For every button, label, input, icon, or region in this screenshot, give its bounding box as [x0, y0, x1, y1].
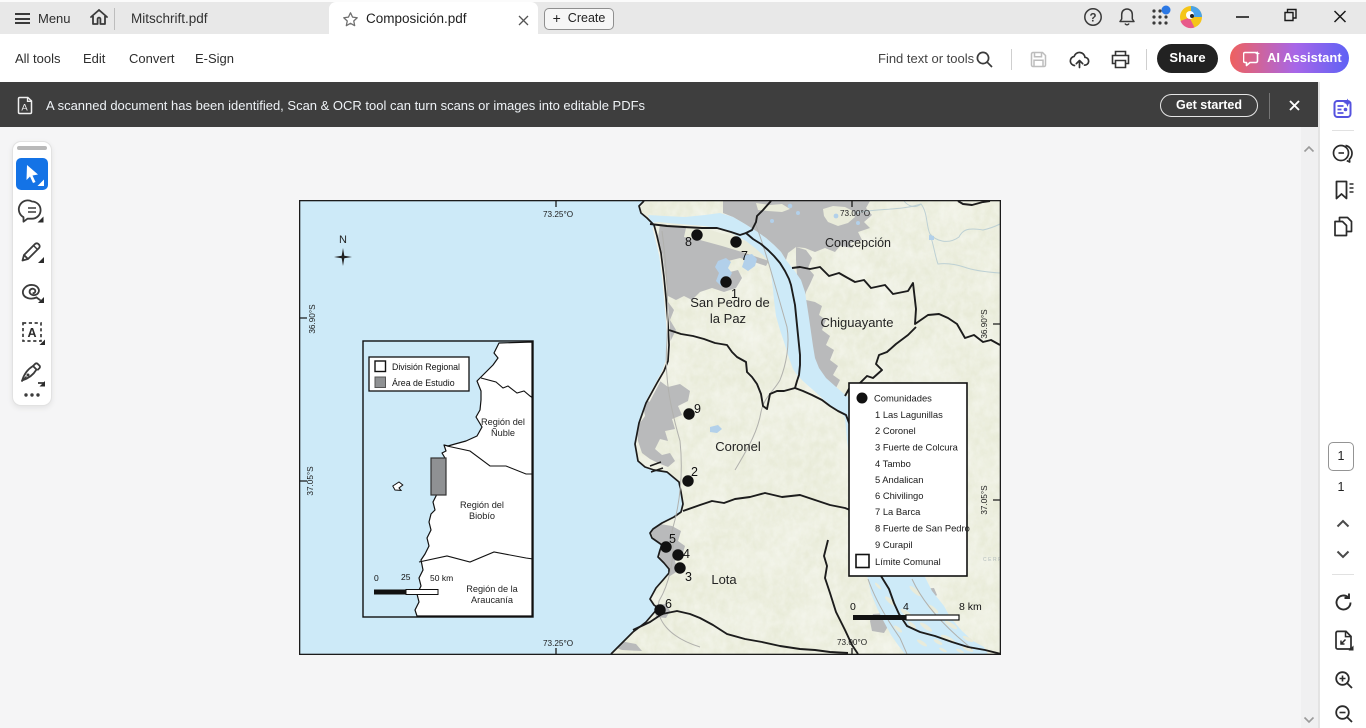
svg-text:7: 7: [741, 249, 748, 263]
svg-text:Límite Comunal: Límite Comunal: [875, 556, 941, 567]
svg-text:8: 8: [685, 235, 692, 249]
svg-text:3: 3: [685, 570, 692, 584]
svg-text:4: 4: [683, 547, 690, 561]
svg-text:Araucanía: Araucanía: [471, 595, 514, 605]
svg-text:Área de Estudio: Área de Estudio: [392, 378, 455, 388]
svg-text:1 Las Lagunillas: 1 Las Lagunillas: [875, 409, 943, 420]
svg-text:73.25°O: 73.25°O: [543, 639, 573, 648]
svg-text:CERRO: CERRO: [983, 557, 1001, 563]
svg-text:4 Tambo: 4 Tambo: [875, 458, 911, 469]
svg-text:9 Curapil: 9 Curapil: [875, 539, 913, 550]
svg-text:División Regional: División Regional: [392, 362, 460, 372]
svg-text:0: 0: [374, 573, 379, 583]
svg-text:50 km: 50 km: [430, 573, 453, 583]
svg-text:6 Chivilingo: 6 Chivilingo: [875, 490, 923, 501]
svg-text:73.00°O: 73.00°O: [840, 209, 870, 218]
svg-text:2: 2: [691, 465, 698, 479]
svg-text:N: N: [339, 234, 347, 246]
svg-text:9: 9: [694, 402, 701, 416]
svg-text:37.05°S: 37.05°S: [306, 466, 315, 496]
svg-text:8 Fuerte de San Pedro: 8 Fuerte de San Pedro: [875, 523, 970, 534]
svg-text:Región del: Región del: [460, 500, 504, 510]
svg-text:3 Fuerte de Colcura: 3 Fuerte de Colcura: [875, 442, 959, 453]
svg-text:37.05°S: 37.05°S: [980, 485, 989, 515]
svg-text:0: 0: [850, 601, 856, 613]
svg-text:Comunidades: Comunidades: [874, 393, 932, 404]
svg-text:Lota: Lota: [711, 572, 737, 587]
svg-text:San Pedro de: San Pedro de: [690, 295, 770, 310]
svg-text:Ñuble: Ñuble: [491, 428, 515, 438]
svg-text:8 km: 8 km: [959, 601, 982, 613]
svg-text:Concepción: Concepción: [825, 236, 891, 250]
svg-text:Chiguayante: Chiguayante: [821, 315, 894, 330]
svg-text:Coronel: Coronel: [715, 439, 761, 454]
svg-text:5 Andalican: 5 Andalican: [875, 474, 923, 485]
svg-text:Región de la: Región de la: [466, 584, 518, 594]
svg-text:4: 4: [903, 601, 909, 613]
svg-text:2 Coronel: 2 Coronel: [875, 425, 916, 436]
svg-text:A: A: [21, 103, 28, 114]
svg-text:36.90°S: 36.90°S: [980, 309, 989, 339]
svg-text:?: ?: [1089, 13, 1096, 25]
svg-text:la Paz: la Paz: [710, 311, 746, 326]
svg-text:73.25°O: 73.25°O: [543, 210, 573, 219]
svg-text:Biobío: Biobío: [469, 511, 495, 521]
svg-text:73.00°O: 73.00°O: [837, 638, 867, 647]
svg-text:36.90°S: 36.90°S: [308, 304, 317, 334]
svg-text:5: 5: [669, 532, 676, 546]
svg-text:Región del: Región del: [481, 417, 525, 427]
svg-text:25: 25: [401, 572, 411, 582]
svg-text:6: 6: [665, 597, 672, 611]
svg-text:A: A: [27, 326, 36, 340]
svg-text:7 La Barca: 7 La Barca: [875, 506, 921, 517]
